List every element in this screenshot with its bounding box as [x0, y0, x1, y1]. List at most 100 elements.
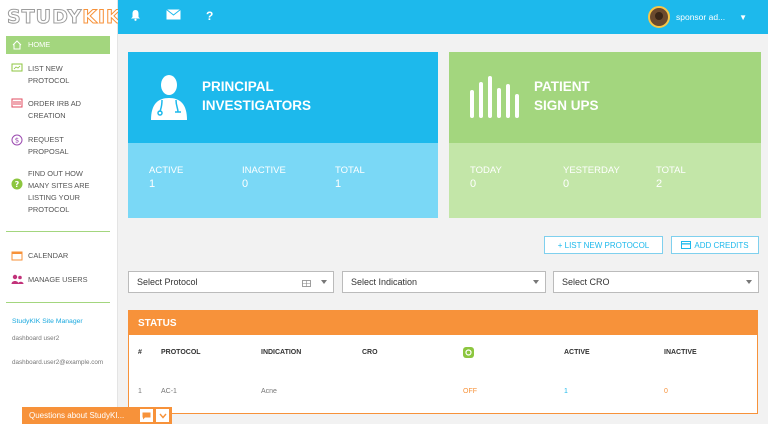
cell-inactive[interactable]: 0 [664, 388, 668, 395]
stat-total: TOTAL 2 [656, 165, 686, 190]
select-cro-value: Select CRO [562, 277, 610, 287]
bar-chart-icon [469, 76, 521, 123]
stat-total: TOTAL 1 [335, 165, 365, 190]
cell-status-toggle[interactable]: OFF [463, 388, 477, 395]
monitor-icon [6, 63, 28, 73]
sidebar-item-label: ORDER IRB AD CREATION [28, 99, 81, 120]
stat-label: TODAY [470, 165, 502, 176]
chat-widget[interactable]: Questions about StudyKI... [22, 407, 172, 424]
chevron-down-icon [533, 280, 539, 284]
logo-text-b: KIK [82, 6, 122, 29]
cell-indication: Acne [261, 388, 277, 395]
status-toggle-icon[interactable] [463, 347, 474, 360]
stat-value: 1 [335, 178, 342, 190]
add-credits-button[interactable]: ADD CREDITS [671, 236, 759, 254]
sidebar-item-label: CALENDAR [28, 251, 69, 260]
bell-icon[interactable] [130, 9, 141, 24]
chat-bubble-icon[interactable] [140, 409, 153, 422]
column-header-active[interactable]: ACTIVE [564, 349, 590, 356]
stat-label: TOTAL [335, 165, 365, 176]
table-icon [302, 279, 311, 289]
sidebar-item-calendar[interactable]: CALENDAR [6, 250, 110, 262]
user-name: sponsor ad... [676, 12, 726, 22]
column-header-number[interactable]: # [138, 349, 142, 356]
sidebar-item-label: MANAGE USERS [28, 275, 88, 284]
select-indication[interactable]: Select Indication [342, 271, 546, 293]
dollar-circle-icon: $ [6, 134, 28, 146]
logo-text-a: STUDY [6, 6, 83, 29]
select-indication-value: Select Indication [351, 277, 418, 287]
sidebar-item-manage-users[interactable]: MANAGE USERS [6, 274, 110, 286]
card-title: PATIENT SIGN UPS [534, 77, 599, 115]
sidebar-item-label: REQUEST PROPOSAL [28, 135, 69, 156]
user-menu[interactable]: sponsor ad... ▼ [648, 0, 768, 34]
card-title-line1: PRINCIPAL [202, 79, 274, 94]
svg-text:?: ? [15, 180, 20, 189]
add-credits-label: ADD CREDITS [694, 240, 749, 250]
stat-value: 0 [242, 178, 249, 190]
principal-investigators-card: PRINCIPAL INVESTIGATORS ACTIVE 1 INACTIV… [128, 52, 438, 218]
patient-sign-ups-card: PATIENT SIGN UPS TODAY 0 YESTERDAY 0 TOT… [449, 52, 761, 218]
stat-value: 1 [149, 178, 156, 190]
stat-value: 2 [656, 178, 663, 190]
calendar-icon [6, 250, 28, 261]
stat-active: ACTIVE 1 [149, 165, 183, 190]
chevron-down-icon: ▼ [739, 12, 748, 22]
select-protocol[interactable]: Select Protocol [128, 271, 334, 293]
stat-label: TOTAL [656, 165, 686, 176]
chat-label: Questions about StudyKI... [29, 411, 125, 420]
select-cro[interactable]: Select CRO [553, 271, 759, 293]
manager-user-name: dashboard user2 [12, 335, 60, 342]
barcode-icon [6, 98, 28, 108]
sidebar-item-request-proposal[interactable]: $ REQUEST PROPOSAL [6, 134, 110, 158]
stat-value: 0 [470, 178, 477, 190]
mail-icon[interactable] [166, 9, 181, 23]
chevron-down-icon [746, 280, 752, 284]
sidebar-item-list-new-protocol[interactable]: LIST NEW PROTOCOL [6, 63, 110, 87]
help-icon[interactable]: ? [206, 9, 213, 23]
sidebar-divider [6, 302, 110, 303]
sidebar-item-find-out-how-many-sites[interactable]: ? FIND OUT HOW MANY SITES ARE LISTING YO… [6, 168, 110, 216]
question-circle-icon: ? [6, 168, 28, 190]
stat-inactive: INACTIVE 0 [242, 165, 286, 190]
avatar [648, 6, 670, 28]
users-icon [6, 274, 28, 285]
status-title: STATUS [129, 311, 757, 335]
stat-value: 0 [563, 178, 570, 190]
credit-card-icon [681, 241, 692, 249]
cell-protocol: AC-1 [161, 388, 177, 395]
status-panel: STATUS # PROTOCOL INDICATION CRO ACTIVE … [128, 310, 758, 414]
chevron-down-icon [321, 280, 327, 284]
card-title-line1: PATIENT [534, 79, 590, 94]
cell-number: 1 [138, 388, 142, 395]
home-icon [6, 40, 28, 50]
stat-label: ACTIVE [149, 165, 184, 176]
stat-today: TODAY 0 [470, 165, 502, 190]
sidebar-item-home[interactable]: HOME [6, 36, 110, 54]
sidebar-item-label: FIND OUT HOW MANY SITES ARE LISTING YOUR… [28, 169, 90, 214]
column-header-cro[interactable]: CRO [362, 349, 378, 356]
sidebar-divider [6, 231, 110, 232]
stat-label: YESTERDAY [563, 165, 620, 176]
manager-user-email[interactable]: dashboard.user2@example.com [12, 359, 103, 366]
card-title-line2: SIGN UPS [534, 98, 599, 113]
list-new-protocol-button[interactable]: + LIST NEW PROTOCOL [544, 236, 663, 254]
select-protocol-value: Select Protocol [137, 277, 198, 287]
card-title: PRINCIPAL INVESTIGATORS [202, 77, 311, 115]
site-manager-title: StudyKIK Site Manager [12, 318, 83, 325]
sidebar: STUDYKIK HOME LIST NEW PROTOCOL ORDER IR… [0, 0, 121, 424]
column-header-inactive[interactable]: INACTIVE [664, 349, 697, 356]
column-header-indication[interactable]: INDICATION [261, 349, 301, 356]
studykik-logo[interactable]: STUDYKIK [0, 0, 121, 34]
sidebar-item-label: HOME [28, 40, 51, 49]
cell-active[interactable]: 1 [564, 388, 568, 395]
top-bar: ? sponsor ad... ▼ [118, 0, 768, 34]
svg-text:$: $ [15, 137, 19, 145]
stat-yesterday: YESTERDAY 0 [563, 165, 620, 190]
card-title-line2: INVESTIGATORS [202, 98, 312, 113]
stat-label: INACTIVE [242, 165, 286, 176]
sidebar-item-order-irb-ad[interactable]: ORDER IRB AD CREATION [6, 98, 110, 122]
chevron-down-icon[interactable] [156, 409, 169, 422]
sidebar-item-label: LIST NEW PROTOCOL [28, 64, 70, 85]
column-header-protocol[interactable]: PROTOCOL [161, 349, 201, 356]
